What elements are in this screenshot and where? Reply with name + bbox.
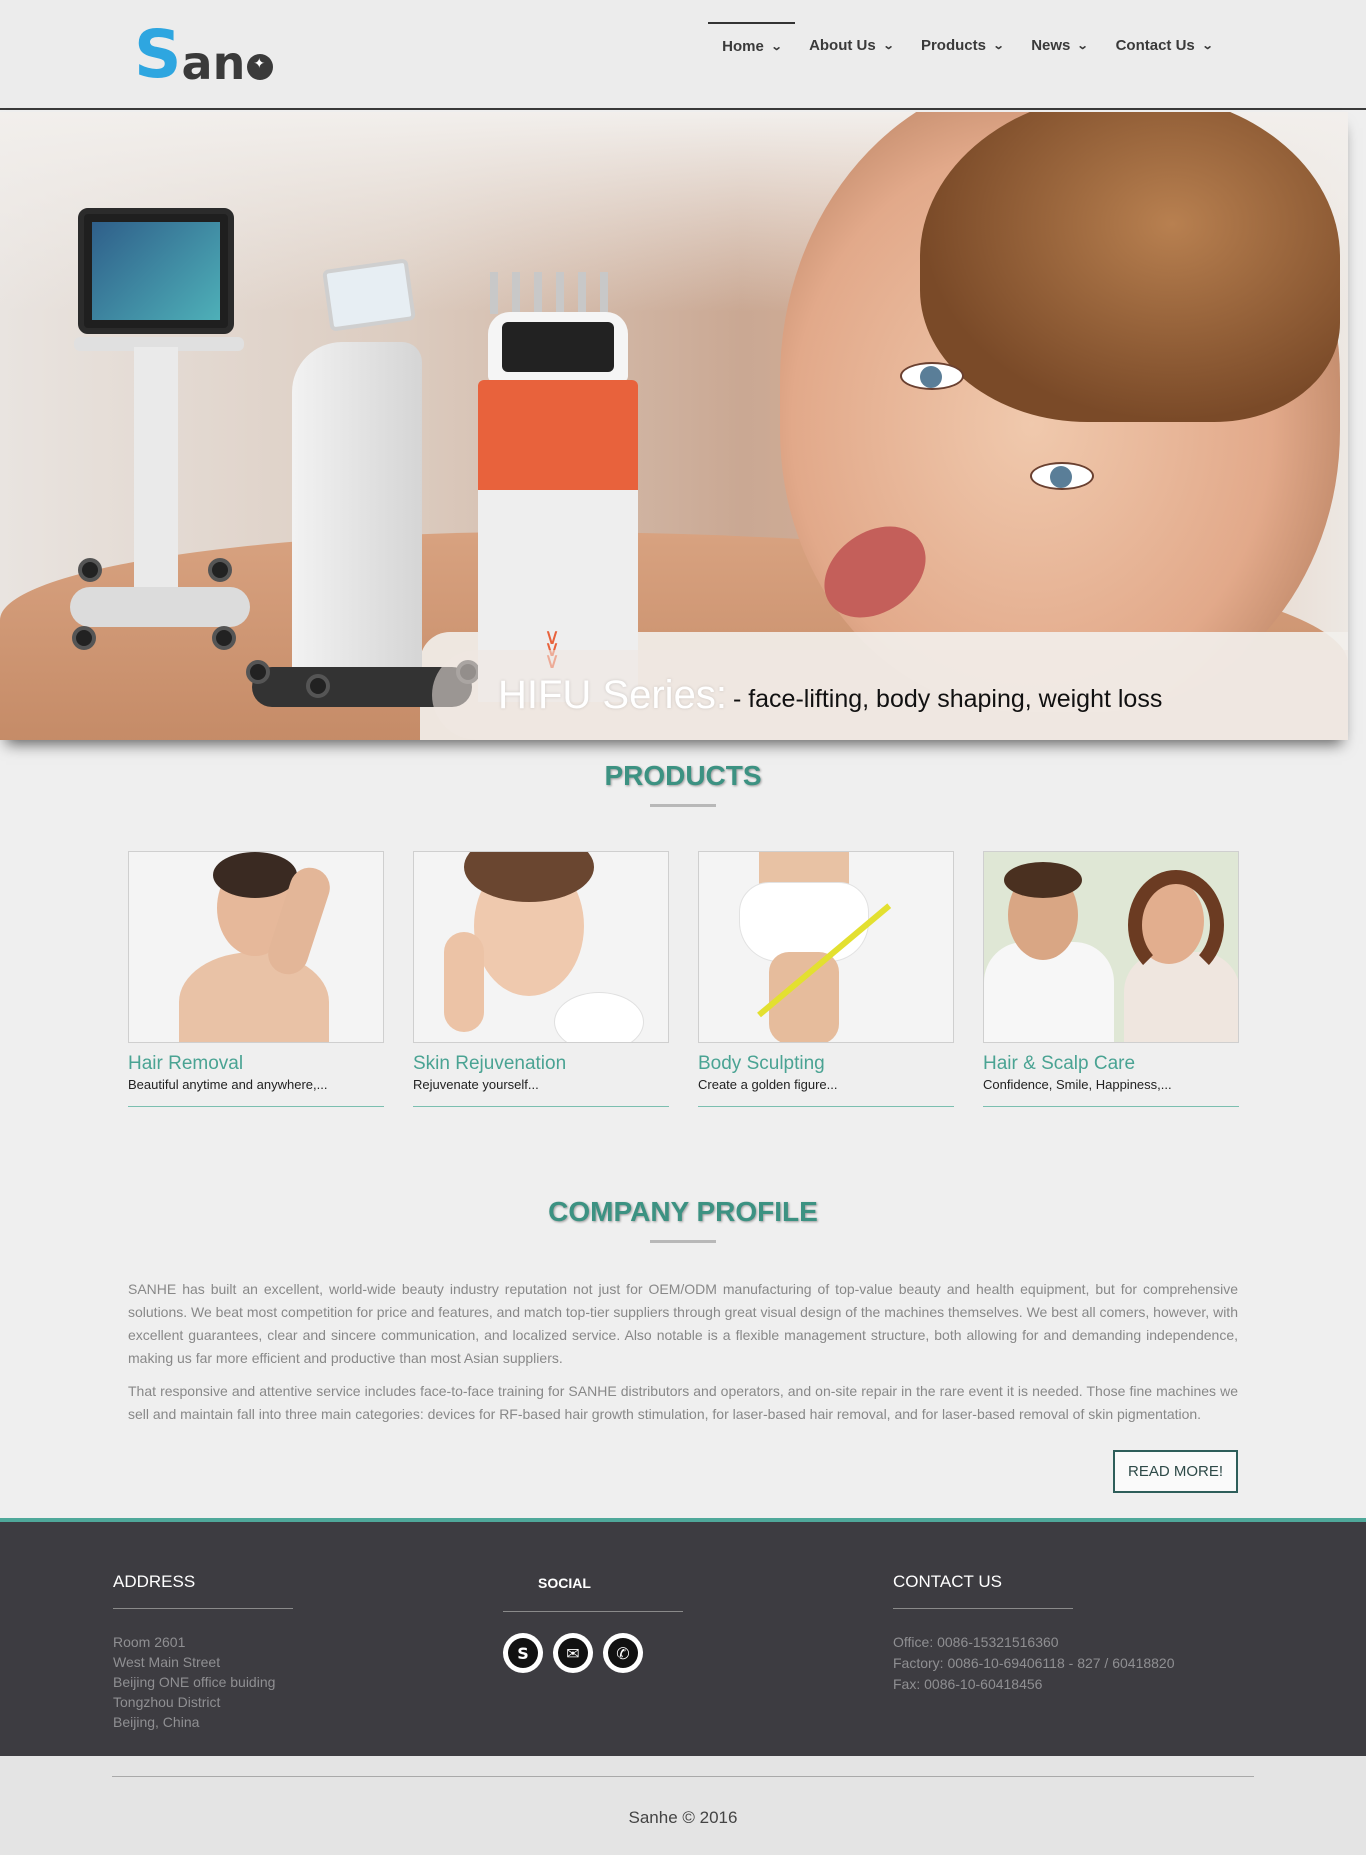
nav-news[interactable]: News ⌄ [1017,22,1101,65]
product-description: Create a golden figure... [698,1077,838,1092]
product-image[interactable] [698,851,954,1043]
footer-contact: Office: 0086-15321516360 Factory: 0086-1… [893,1632,1175,1695]
chevron-down-icon: ⌄ [770,41,783,53]
machine-1-pole [134,347,178,587]
chevron-down-icon: ⌄ [992,40,1005,52]
wheel-icon [246,660,270,684]
whatsapp-button[interactable]: ✆ [603,1633,643,1673]
nav-products[interactable]: Products ⌄ [907,22,1017,65]
nav-home-label: Home [722,38,764,55]
address-line: West Main Street [113,1654,221,1670]
product-title[interactable]: Hair & Scalp Care [983,1053,1239,1075]
nav-contact-us[interactable]: Contact Us ⌄ [1102,22,1226,65]
footer-address: Room 2601 West Main Street Beijing ONE o… [113,1632,275,1732]
sano-logo[interactable]: S an [134,18,284,88]
footer-address-heading: ADDRESS [113,1572,196,1591]
product-title[interactable]: Hair Removal [128,1053,384,1075]
nav-about-label: About Us [809,37,876,54]
footer-social-rule [503,1611,683,1612]
skype-button[interactable]: S [503,1633,543,1673]
hero-eye-right [1030,462,1094,490]
nav-news-label: News [1031,37,1071,54]
logo-letters: an [181,36,246,90]
product-card-hair-removal[interactable]: Hair Removal Beautiful anytime and anywh… [128,851,384,1107]
wheel-icon [212,626,236,650]
hero-banner[interactable]: ∨∨∨ HIFU Series: - face-lifting, body sh… [0,112,1348,740]
contact-fax: Fax: 0086-10-60418456 [893,1676,1043,1692]
wheel-icon [72,626,96,650]
footer-address-rule [113,1608,293,1609]
product-title[interactable]: Body Sculpting [698,1053,954,1075]
site-header: S an Home ⌄ About Us ⌄ Products ⌄ News ⌄… [0,0,1366,110]
product-description: Beautiful anytime and anywhere,... [128,1077,328,1092]
chevron-down-icon: ⌄ [1201,40,1214,52]
wheel-icon [78,558,102,582]
company-profile-heading: COMPANY PROFILE [548,1196,818,1227]
footer-social-heading: SOCIAL [538,1575,591,1591]
wheel-icon [306,674,330,698]
contact-factory: Factory: 0086-10-69406118 - 827 / 604188… [893,1655,1175,1671]
address-line: Tongzhou District [113,1694,221,1710]
product-image[interactable] [413,851,669,1043]
hero-hair [920,112,1340,422]
machine-3-screen [502,322,614,372]
product-image[interactable] [983,851,1239,1043]
product-description: Rejuvenate yourself... [413,1077,539,1092]
hero-caption: HIFU Series: - face-lifting, body shapin… [432,650,1348,740]
nav-home[interactable]: Home ⌄ [708,22,796,65]
machine-3-handpieces [490,272,610,314]
product-card-skin-rejuvenation[interactable]: Skin Rejuvenation Rejuvenate yourself... [413,851,669,1107]
machine-3-upper-body [478,380,638,490]
company-profile-paragraph-2: That responsive and attentive service in… [128,1383,1238,1422]
skype-icon: S [508,1638,538,1668]
footer-contact-heading: CONTACT US [893,1572,1002,1591]
address-line: Beijing ONE office buiding [113,1674,276,1690]
product-card-hair-scalp-care[interactable]: Hair & Scalp Care Confidence, Smile, Hap… [983,851,1239,1107]
product-title[interactable]: Skin Rejuvenation [413,1053,669,1075]
contact-office: Office: 0086-15321516360 [893,1634,1059,1650]
machine-2-screen [322,258,416,332]
main-nav: Home ⌄ About Us ⌄ Products ⌄ News ⌄ Cont… [708,22,1226,65]
products-heading-rule [650,804,716,807]
product-description: Confidence, Smile, Happiness,... [983,1077,1172,1092]
wheel-icon [208,558,232,582]
mail-icon: ✉ [558,1638,588,1668]
hero-title: HIFU Series: [498,672,727,717]
machine-2-body [292,342,422,682]
machine-1-screen [78,208,234,334]
footer-contact-rule [893,1608,1073,1609]
product-image[interactable] [128,851,384,1043]
copyright-rule [112,1776,1254,1777]
email-button[interactable]: ✉ [553,1633,593,1673]
hero-eye-left [900,362,964,390]
company-profile-paragraph-1: SANHE has built an excellent, world-wide… [128,1281,1238,1366]
chevron-down-icon: ⌄ [882,40,895,52]
nav-about-us[interactable]: About Us ⌄ [795,22,907,65]
logo-letter-s: S [134,16,182,93]
products-heading: PRODUCTS [604,760,762,791]
whatsapp-icon: ✆ [608,1638,638,1668]
hero-subtitle: - face-lifting, body shaping, weight los… [732,684,1163,713]
company-profile-heading-rule [650,1240,716,1243]
address-line: Beijing, China [113,1714,200,1730]
product-card-body-sculpting[interactable]: Body Sculpting Create a golden figure... [698,851,954,1107]
machine-1-base [70,587,250,627]
nav-products-label: Products [920,37,986,54]
copyright-bar: Sanhe © 2016 [0,1756,1366,1855]
nav-contact-label: Contact Us [1115,37,1195,54]
read-more-button[interactable]: READ MORE! [1113,1450,1238,1493]
chevron-down-icon: ⌄ [1076,40,1089,52]
logo-star-icon [247,54,274,80]
address-line: Room 2601 [113,1634,186,1650]
copyright-text: Sanhe © 2016 [628,1808,738,1827]
